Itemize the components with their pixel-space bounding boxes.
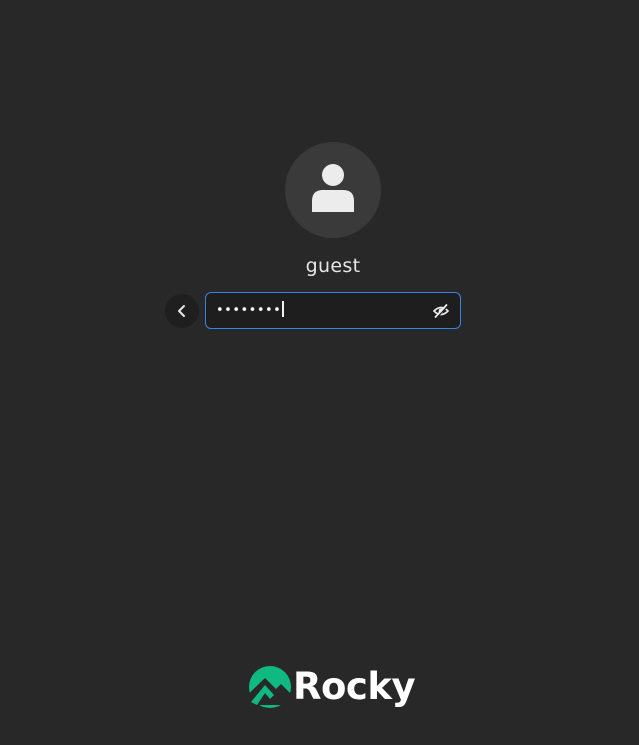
username-label: guest: [305, 255, 361, 277]
logo-wordmark: Rocky: [293, 665, 416, 708]
rocky-logo-mark-icon: [249, 666, 291, 708]
eye-slash-icon[interactable]: [432, 302, 450, 320]
password-field[interactable]: ••••••••: [205, 292, 461, 329]
back-button[interactable]: [165, 294, 199, 328]
chevron-left-icon: [178, 305, 185, 317]
login-screen: guest •••••••• Rocky: [0, 0, 639, 745]
rocky-logo: Rocky: [248, 664, 423, 712]
user-silhouette-icon: [312, 164, 354, 212]
password-input[interactable]: [206, 293, 424, 328]
user-avatar: [285, 142, 381, 238]
